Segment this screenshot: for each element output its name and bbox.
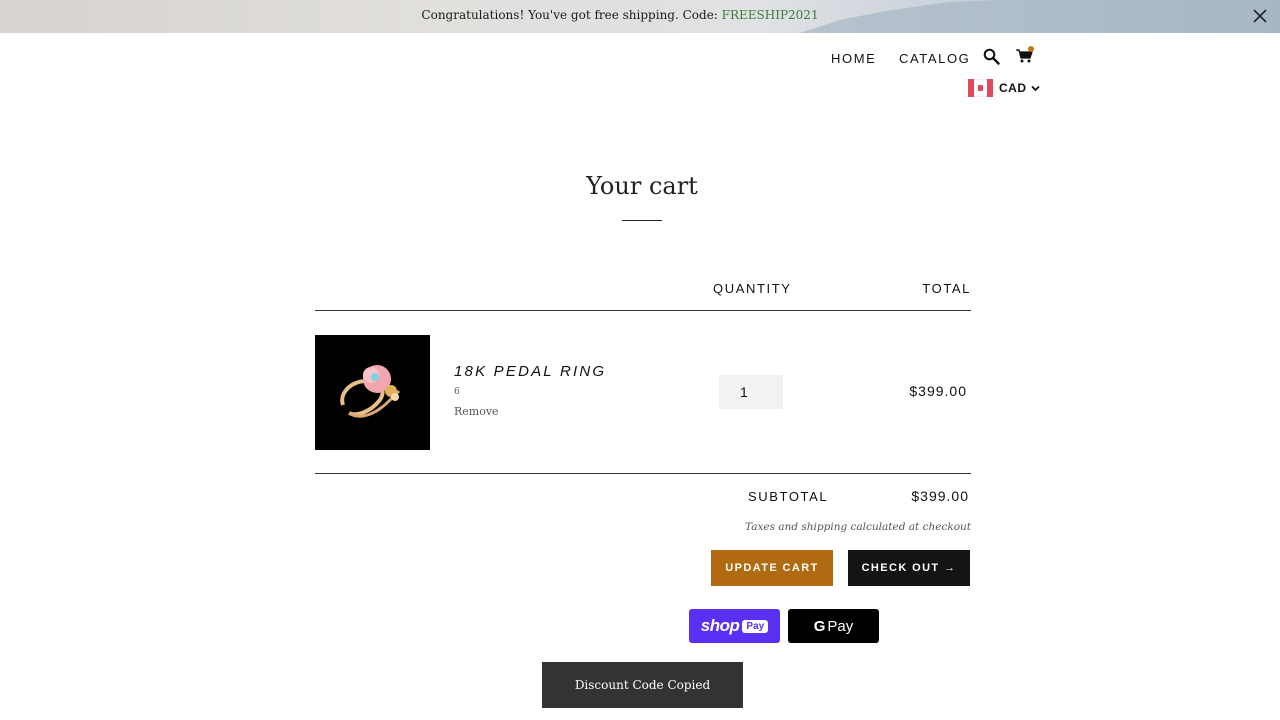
search-icon[interactable] (983, 48, 1000, 65)
toast-notification: Discount Code Copied (542, 662, 743, 708)
table-divider (315, 473, 971, 474)
product-variant: 6 (454, 387, 460, 397)
announcement-bar: Congratulations! You've got free shippin… (0, 0, 1280, 33)
update-cart-button[interactable]: UPDATE CART (711, 550, 833, 586)
quantity-input[interactable] (719, 375, 783, 409)
toast-text: Discount Code Copied (574, 678, 711, 692)
nav-link-catalog[interactable]: CATALOG (899, 51, 970, 66)
subtotal-label: SUBTOTAL (748, 489, 829, 504)
title-divider (622, 220, 662, 221)
site-nav: HOME CATALOG (0, 48, 1280, 68)
ring-image (315, 335, 430, 450)
product-image[interactable] (315, 335, 430, 450)
tax-note: Taxes and shipping calculated at checkou… (745, 521, 971, 533)
shop-pay-logo-text: shop (700, 616, 740, 635)
currency-selector[interactable]: CAD (968, 79, 1040, 97)
nav-link-home[interactable]: HOME (831, 51, 876, 66)
currency-code: CAD (999, 81, 1027, 95)
page-title: Your cart (586, 172, 698, 200)
cart-count-dot (1028, 46, 1034, 52)
table-divider (315, 310, 971, 311)
shop-pay-button[interactable]: shop Pay (689, 609, 780, 643)
close-icon[interactable] (1250, 6, 1270, 26)
canada-flag-icon (968, 79, 993, 97)
chevron-down-icon (1030, 85, 1040, 91)
discount-code[interactable]: FREESHIP2021 (722, 8, 819, 22)
product-title[interactable]: 18K PEDAL RING (454, 363, 606, 380)
quantity-header: QUANTITY (713, 281, 792, 296)
google-pay-text: Pay (827, 617, 854, 635)
shop-pay-badge: Pay (742, 619, 769, 633)
google-pay-button[interactable]: G Pay (788, 609, 879, 643)
checkout-button[interactable]: CHECK OUT → (848, 550, 970, 586)
google-g-icon: G (813, 617, 826, 635)
subtotal-value: $399.00 (911, 488, 969, 504)
cart-icon[interactable] (1015, 46, 1035, 64)
announcement-message: Congratulations! You've got free shippin… (421, 8, 722, 22)
total-header: TOTAL (922, 281, 971, 296)
remove-link[interactable]: Remove (454, 405, 499, 418)
announcement-text: Congratulations! You've got free shippin… (0, 8, 1240, 22)
line-total: $399.00 (909, 383, 967, 399)
